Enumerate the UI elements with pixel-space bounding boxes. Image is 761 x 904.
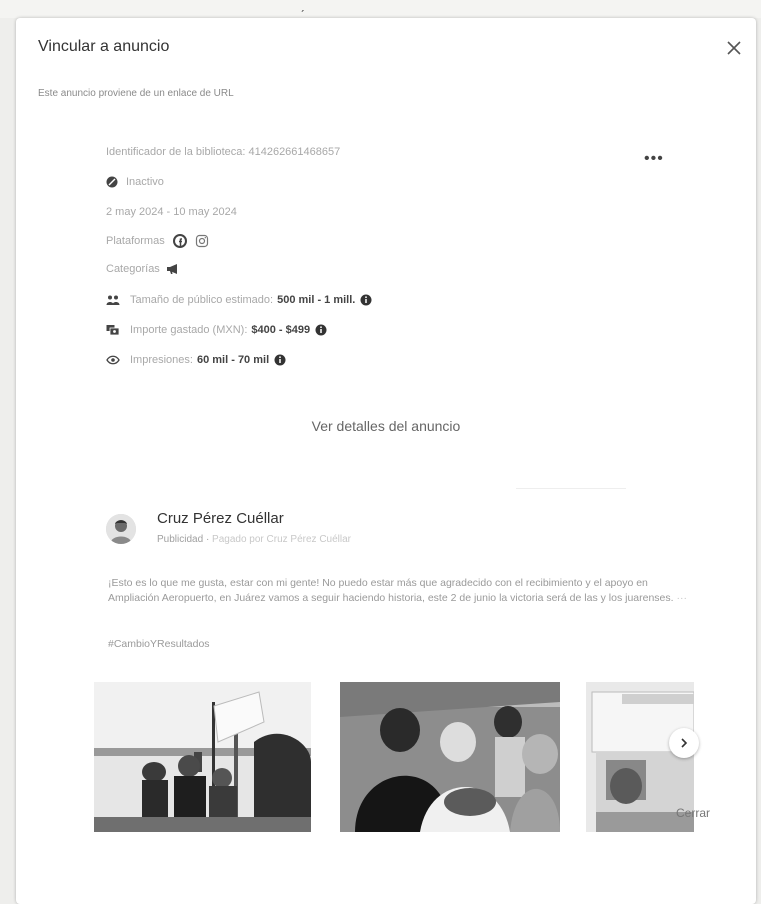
close-button[interactable]: Cerrar: [676, 806, 710, 820]
paid-by: Pagado por Cruz Pérez Cuéllar: [212, 534, 352, 545]
ad-text: ¡Esto es lo que me gusta, estar con mi g…: [108, 577, 687, 604]
carousel-image[interactable]: [94, 682, 311, 832]
ad-body: ¡Esto es lo que me gusta, estar con mi g…: [108, 577, 674, 604]
status-text: Inactivo: [126, 176, 164, 188]
dialog-title: Vincular a anuncio: [38, 38, 170, 55]
categories-label: Categorías: [106, 263, 160, 275]
impressions-row: Impresiones: 60 mil - 70 mil: [106, 354, 286, 366]
platforms-row: Plataformas: [106, 234, 209, 248]
inactive-icon: [106, 176, 118, 188]
instagram-icon: [195, 234, 208, 248]
spend-label: Importe gastado (MXN):: [130, 324, 248, 336]
money-icon: [106, 325, 120, 336]
audience-row: Tamaño de público estimado: 500 mil - 1 …: [106, 294, 372, 306]
ad-hashtag[interactable]: #CambioYResultados: [108, 638, 210, 650]
background-header: ˏ: [0, 0, 761, 18]
carousel-next-button[interactable]: [669, 728, 699, 758]
audience-icon: [106, 295, 120, 305]
eye-icon: [106, 355, 120, 365]
audience-label: Tamaño de público estimado:: [130, 294, 274, 306]
link-to-ad-dialog: Vincular a anuncio Este anuncio proviene…: [16, 18, 756, 904]
chevron-right-icon: [681, 738, 688, 748]
advertiser-name[interactable]: Cruz Pérez Cuéllar: [157, 510, 284, 527]
status-row: Inactivo: [106, 176, 164, 188]
categories-row: Categorías: [106, 263, 180, 275]
dialog-subtitle: Este anuncio proviene de un enlace de UR…: [38, 88, 234, 99]
spend-row: Importe gastado (MXN): $400 - $499: [106, 324, 327, 336]
info-icon[interactable]: [274, 354, 286, 366]
info-icon[interactable]: [315, 324, 327, 336]
platforms-label: Plataformas: [106, 235, 165, 247]
see-ad-details-link[interactable]: Ver detalles del anuncio: [16, 418, 756, 434]
image-carousel: [94, 682, 694, 832]
impressions-value: 60 mil - 70 mil: [196, 354, 270, 366]
more-options-icon[interactable]: •••: [644, 150, 664, 168]
facebook-icon: [172, 234, 187, 248]
close-icon[interactable]: [724, 38, 744, 58]
sponsored-line: Publicidad · Pagado por Cruz Pérez Cuéll…: [157, 534, 352, 545]
divider: [516, 488, 626, 489]
info-icon[interactable]: [360, 294, 372, 306]
audience-value: 500 mil - 1 mill.: [277, 294, 356, 306]
date-range: 2 may 2024 - 10 may 2024: [106, 206, 237, 218]
carousel-image[interactable]: [340, 682, 560, 832]
library-id: Identificador de la biblioteca: 41426266…: [106, 146, 341, 158]
megaphone-icon: [166, 264, 177, 274]
sponsored-label: Publicidad: [157, 534, 204, 545]
avatar[interactable]: [106, 514, 136, 544]
spend-value: $400 - $499: [251, 324, 311, 336]
impressions-label: Impresiones:: [130, 354, 193, 366]
